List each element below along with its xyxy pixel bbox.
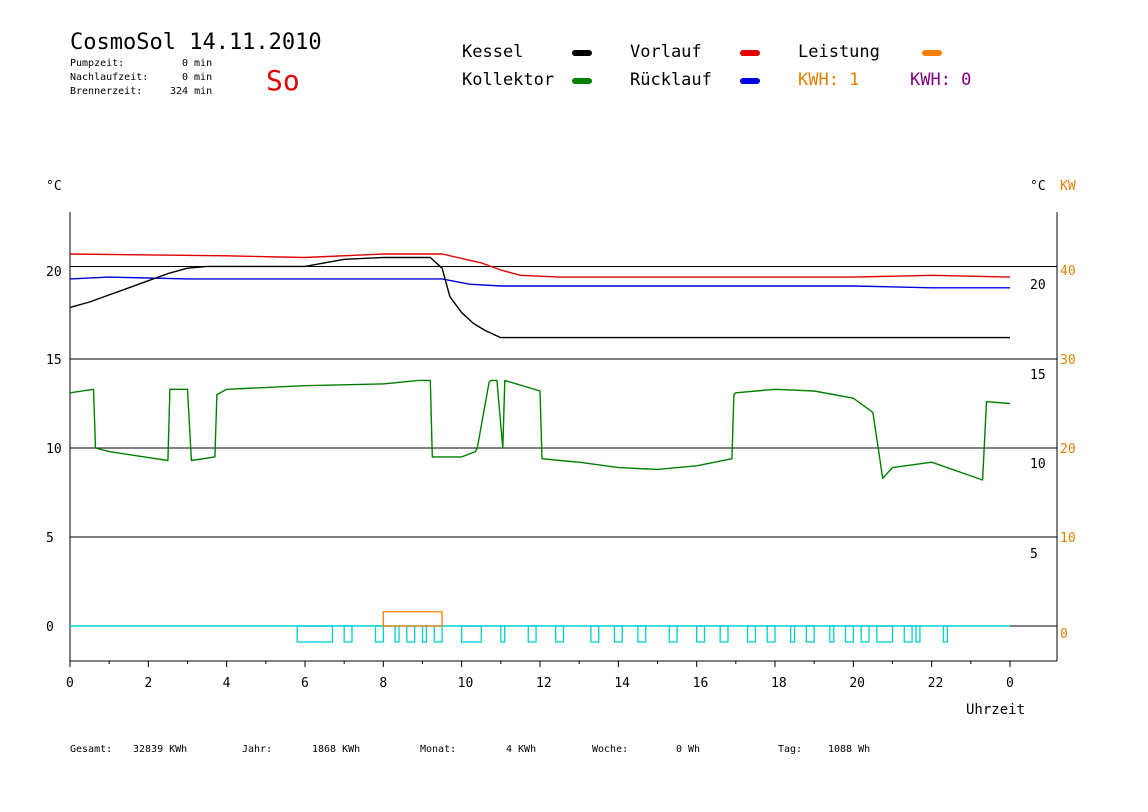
pump-block (590, 625, 600, 643)
y-left-tick-label: 10 (46, 442, 62, 457)
series-line-vorlauf (69, 253, 1011, 278)
pump-block (374, 625, 384, 643)
x-tick-label: 12 (536, 676, 552, 691)
footer-jahr-label: Jahr: (242, 744, 273, 755)
pump-block (433, 625, 443, 643)
series-line-ruecklauf (69, 276, 1010, 289)
pump-layer (70, 611, 1010, 643)
x-axis-label: Uhrzeit (966, 702, 1025, 718)
pump-block (915, 625, 921, 643)
pump-block (461, 625, 482, 643)
series-line-kessel (69, 256, 1010, 339)
y-right-tick-label: 15 (1030, 368, 1046, 383)
pump-block (668, 625, 678, 643)
x-tick-label: 4 (223, 676, 231, 691)
pump-block (343, 625, 353, 643)
y-right-kw-tick-label: 10 (1060, 531, 1076, 546)
pump-block (406, 625, 416, 643)
y-right-kw-tick-label: 30 (1060, 353, 1076, 368)
pump-block (613, 625, 623, 643)
y-left-unit: °C (46, 179, 62, 194)
pump-block (844, 625, 854, 643)
footer-woche-value: 0 Wh (676, 744, 701, 755)
y-left-tick-label: 0 (46, 620, 54, 635)
x-tick-label: 10 (458, 676, 474, 691)
tick-layer: 0 5 10 15 20 5 10 15 20 0 10 20 30 40 0 2 4 6 8 10 12 14 16 18 2… (46, 264, 1076, 691)
x-tick-label: 20 (849, 676, 865, 691)
footer-jahr-value: 1868 KWh (312, 744, 361, 755)
y-right-tick-label: 10 (1030, 457, 1046, 472)
pump-block (766, 625, 776, 643)
footer-gesamt-label: Gesamt: (70, 744, 113, 755)
leistung-bar (382, 611, 443, 627)
y-right-tick-label: 5 (1030, 547, 1038, 562)
footer-gesamt-value: 32839 KWh (133, 744, 188, 755)
y-left-tick-label: 15 (46, 353, 62, 368)
x-tick-label: 8 (379, 676, 387, 691)
pump-block (860, 625, 870, 643)
pump-block (903, 625, 913, 643)
x-tick-label: 22 (928, 676, 944, 691)
x-tick-label: 2 (144, 676, 152, 691)
footer-woche-label: Woche: (592, 744, 629, 755)
pump-block (500, 625, 506, 643)
x-tick-label: 18 (771, 676, 787, 691)
pump-block (555, 625, 565, 643)
pump-block (637, 625, 647, 643)
pump-block (527, 625, 537, 643)
y-right-tick-label: 20 (1030, 278, 1046, 293)
y-right-kw-tick-label: 20 (1060, 442, 1076, 457)
footer-monat-label: Monat: (420, 744, 457, 755)
y-right-kw-tick-label: 40 (1060, 264, 1076, 279)
temperature-chart: °C °C KW Uhrzeit 05101520510152001020304… (46, 179, 1076, 718)
y-left-tick-label: 5 (46, 531, 54, 546)
pump-block (719, 625, 729, 643)
y-left-tick-label: 20 (46, 265, 62, 280)
y-right-kw-unit: KW (1060, 179, 1076, 194)
series-layer (69, 253, 1011, 481)
y-right-unit: °C (1030, 179, 1046, 194)
footer-tag-value: 1088 Wh (828, 744, 871, 755)
y-right-kw-tick-label: 0 (1060, 627, 1068, 642)
pump-block (394, 625, 400, 643)
pump-block (746, 625, 757, 643)
x-tick-label: 14 (614, 676, 630, 691)
x-tick-label: 0 (1006, 676, 1014, 691)
pump-block (296, 625, 334, 643)
pump-block (876, 625, 894, 643)
pump-block (942, 625, 948, 643)
pump-block (805, 625, 815, 643)
pump-block (421, 625, 428, 643)
x-tick-label: 6 (301, 676, 309, 691)
footer-tag-label: Tag: (778, 744, 803, 755)
footer-monat-value: 4 KWh (506, 744, 537, 755)
pump-block (696, 625, 706, 643)
x-tick-label: 16 (693, 676, 709, 691)
x-tick-label: 0 (66, 676, 74, 691)
series-line-kollektor (69, 379, 1011, 481)
pump-block (829, 625, 835, 643)
pump-block (790, 625, 796, 643)
